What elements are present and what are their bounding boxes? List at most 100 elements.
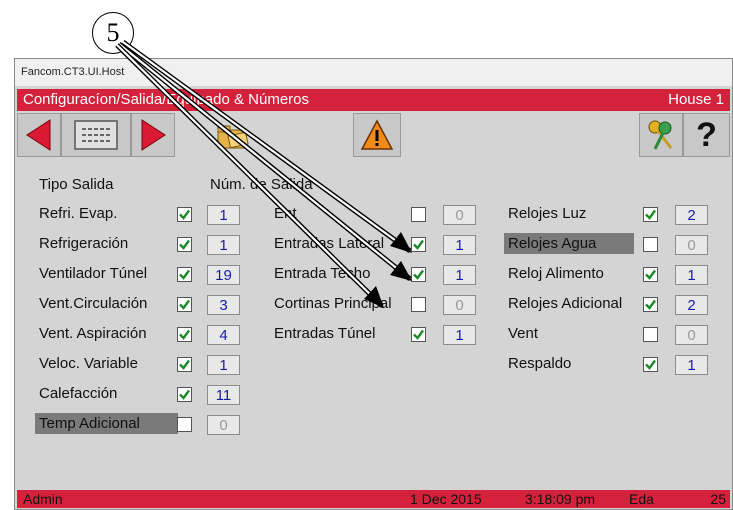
left-output-label: Ventilador Túnel — [39, 265, 148, 282]
middle-output-number-field[interactable]: 1 — [443, 325, 476, 345]
left-output-number-field[interactable]: 1 — [207, 235, 240, 255]
left-output-checkbox[interactable] — [177, 417, 192, 432]
left-output-label: Vent.Circulación — [39, 295, 148, 312]
right-output-number-field[interactable]: 1 — [675, 355, 708, 375]
app-window: Fancom.CT3.UI.Host Configuracíon/Salida/… — [14, 58, 733, 510]
left-output-checkbox[interactable] — [177, 387, 192, 402]
middle-output-checkbox[interactable] — [411, 207, 426, 222]
right-output-checkbox[interactable] — [643, 357, 658, 372]
right-output-label: Respaldo — [508, 355, 572, 372]
middle-output-label: Entradas Túnel — [274, 325, 376, 342]
access-keys-button[interactable] — [639, 113, 683, 157]
left-output-checkbox[interactable] — [177, 267, 192, 282]
middle-output-number-field[interactable]: 1 — [443, 235, 476, 255]
house-name: House 1 — [668, 91, 724, 108]
right-output-number-field[interactable]: 0 — [675, 325, 708, 345]
left-output-label: Refrigeración — [39, 235, 129, 252]
left-output-number-field[interactable]: 3 — [207, 295, 240, 315]
right-output-checkbox[interactable] — [643, 267, 658, 282]
middle-output-number-field[interactable]: 1 — [443, 265, 476, 285]
help-button[interactable]: ? — [683, 113, 730, 157]
left-output-number-field[interactable]: 1 — [207, 205, 240, 225]
folder-button[interactable] — [209, 113, 257, 157]
column-header-output-number: Núm. de Salida — [210, 176, 313, 193]
middle-output-checkbox[interactable] — [411, 327, 426, 342]
checkmark-icon — [645, 359, 656, 370]
left-output-checkbox[interactable] — [177, 297, 192, 312]
toolbar: ? — [17, 113, 730, 157]
left-output-label: Vent. Aspiración — [39, 325, 147, 342]
header-bar: Configuracíon/Salida/Equipado & Números … — [17, 89, 730, 111]
checkmark-icon — [179, 329, 190, 340]
left-output-number-field[interactable]: 4 — [207, 325, 240, 345]
middle-output-label: Ent — [274, 205, 297, 222]
help-icon: ? — [696, 115, 717, 154]
checkmark-icon — [413, 329, 424, 340]
middle-output-label: Entradas Lateral — [274, 235, 385, 252]
right-output-checkbox[interactable] — [643, 237, 658, 252]
keys-icon — [648, 120, 673, 150]
status-bar: Admin 1 Dec 2015 3:18:09 pm Eda 25 — [17, 490, 730, 508]
checkmark-icon — [413, 269, 424, 280]
right-output-label: Relojes Adicional — [508, 295, 623, 312]
status-mode: Eda — [629, 491, 654, 507]
checkmark-icon — [645, 209, 656, 220]
checkmark-icon — [179, 299, 190, 310]
next-button[interactable] — [131, 113, 175, 157]
list-icon — [74, 120, 118, 150]
middle-output-checkbox[interactable] — [411, 297, 426, 312]
main-screen: Configuracíon/Salida/Equipado & Números … — [15, 86, 732, 509]
left-output-checkbox[interactable] — [177, 237, 192, 252]
right-output-number-field[interactable]: 2 — [675, 205, 708, 225]
right-output-number-field[interactable]: 0 — [675, 235, 708, 255]
checkmark-icon — [179, 359, 190, 370]
checkmark-icon — [413, 239, 424, 250]
right-output-checkbox[interactable] — [643, 297, 658, 312]
checkmark-icon — [645, 299, 656, 310]
right-output-checkbox[interactable] — [643, 207, 658, 222]
middle-output-checkbox[interactable] — [411, 267, 426, 282]
alarm-button[interactable] — [353, 113, 401, 157]
page-title: Configuracíon/Salida/Equipado & Números — [23, 91, 310, 108]
left-output-label: Veloc. Variable — [39, 355, 138, 372]
checkmark-icon — [179, 389, 190, 400]
right-output-checkbox[interactable] — [643, 327, 658, 342]
right-output-label: Vent — [508, 325, 539, 342]
middle-output-checkbox[interactable] — [411, 237, 426, 252]
status-user: Admin — [23, 491, 63, 507]
right-output-label: Relojes Agua — [504, 233, 635, 254]
checkmark-icon — [179, 269, 190, 280]
left-output-number-field[interactable]: 19 — [207, 265, 240, 285]
column-header-output-type: Tipo Salida — [39, 176, 114, 193]
checkmark-icon — [645, 269, 656, 280]
left-output-label: Refri. Evap. — [39, 205, 118, 222]
left-output-number-field[interactable]: 1 — [207, 355, 240, 375]
callout-number-badge: 5 — [92, 12, 134, 54]
left-output-label: Temp Adicional — [35, 413, 178, 434]
middle-output-label: Entrada Techo — [274, 265, 371, 282]
checkmark-icon — [179, 239, 190, 250]
content-area: Tipo Salida Núm. de Salida Refri. Evap. 1… — [15, 164, 732, 494]
warning-icon — [360, 119, 394, 150]
right-output-number-field[interactable]: 2 — [675, 295, 708, 315]
middle-output-number-field[interactable]: 0 — [443, 295, 476, 315]
previous-button[interactable] — [17, 113, 61, 157]
left-output-checkbox[interactable] — [177, 327, 192, 342]
status-count: 25 — [710, 491, 726, 507]
menu-list-button[interactable] — [61, 113, 131, 157]
callout-number: 5 — [106, 18, 120, 47]
right-output-label: Relojes Luz — [508, 205, 587, 222]
left-output-label: Calefacción — [39, 385, 118, 402]
left-output-checkbox[interactable] — [177, 207, 192, 222]
middle-output-number-field[interactable]: 0 — [443, 205, 476, 225]
left-output-number-field[interactable]: 0 — [207, 415, 240, 435]
left-output-checkbox[interactable] — [177, 357, 192, 372]
arrow-left-icon — [26, 119, 51, 151]
checkmark-icon — [179, 209, 190, 220]
status-time: 3:18:09 pm — [525, 491, 596, 507]
right-output-label: Reloj Alimento — [508, 265, 604, 282]
left-output-number-field[interactable]: 11 — [207, 385, 240, 405]
right-output-number-field[interactable]: 1 — [675, 265, 708, 285]
arrow-right-icon — [141, 119, 166, 151]
middle-output-label: Cortinas Principal — [274, 295, 392, 312]
